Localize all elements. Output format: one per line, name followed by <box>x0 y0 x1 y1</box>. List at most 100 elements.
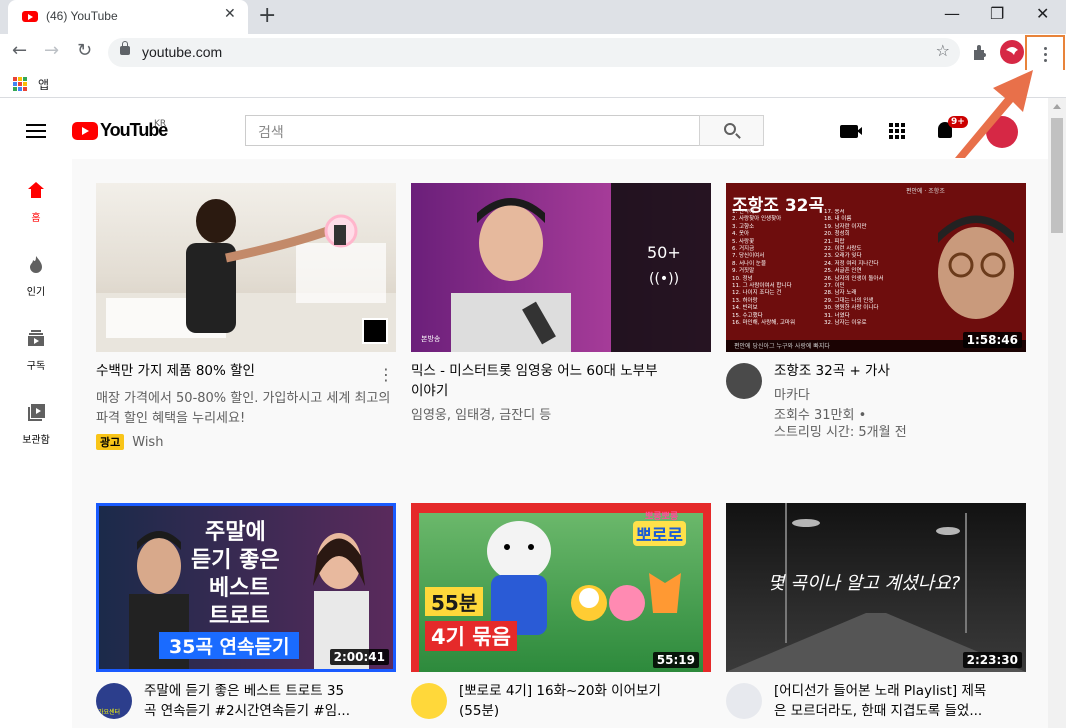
address-bar[interactable]: youtube.com ☆ <box>108 38 960 67</box>
video-card-johangjo[interactable]: 조항조 32곡 편안에 · 조항조 1. 안약에 2. 사랑찾아 인생찾아 3. 고… <box>726 183 1026 473</box>
youtube-favicon-icon <box>22 11 38 22</box>
video-title-line-1[interactable]: 주말에 듣기 좋은 베스트 트로트 35 <box>144 681 344 701</box>
thumb-tag: 본방송 <box>421 335 441 343</box>
playlist-overlay: 50+ ((•)) <box>611 183 711 352</box>
thumb-line-2: 4기 묶음 <box>425 621 517 651</box>
sidebar-item-home[interactable]: 홈 <box>0 181 72 251</box>
channel-avatar[interactable]: 가요센터 <box>96 683 132 719</box>
thumb-line-1: 55분 <box>425 587 484 616</box>
window-close-button[interactable]: ✕ <box>1036 4 1049 23</box>
sidebar-label-library: 보관함 <box>22 435 50 446</box>
browser-tab[interactable]: (46) YouTube ✕ <box>8 0 248 34</box>
video-title-line-2[interactable]: 이야기 <box>411 381 701 401</box>
video-card-ad[interactable]: 수백만 가지 제품 80% 할인 ⋮ 매장 가격에서 50-80% 할인. 가입… <box>96 183 396 473</box>
trending-icon <box>30 256 42 273</box>
channel-avatar[interactable] <box>726 363 762 399</box>
channel-name[interactable]: 마카다 <box>774 386 810 406</box>
thumb-caption: 편안에 당신아그 누구와 사랑에 빠지다 <box>734 343 830 350</box>
apps-grid-icon[interactable] <box>13 77 27 91</box>
video-title[interactable]: 조항조 32곡 + 가사 <box>774 361 890 381</box>
more-options-icon[interactable]: ⋮ <box>378 365 394 384</box>
ad-woman-image <box>96 199 396 352</box>
channel-avatar[interactable] <box>726 683 762 719</box>
video-title-line-2[interactable]: 은 모르더라도, 한때 지겹도록 들었... <box>774 701 982 721</box>
sidebar-item-trending[interactable]: 인기 <box>0 255 72 325</box>
kebab-dot <box>1044 59 1047 62</box>
video-thumbnail[interactable]: 뽀롱뽀롱 뽀로로 55분 4기 묶음 55:19 <box>411 503 711 672</box>
playlist-count: 50+ <box>647 243 681 262</box>
create-video-icon[interactable] <box>840 125 862 138</box>
maximize-button[interactable]: ❐ <box>990 4 1004 23</box>
bookmarks-bar: 앱 <box>0 70 1066 98</box>
sidebar-label-subscriptions: 구독 <box>26 361 46 372</box>
subscriptions-icon <box>28 330 44 346</box>
singer-image <box>451 198 571 352</box>
sidebar-item-subscriptions[interactable]: 구독 <box>0 329 72 399</box>
annotation-arrow-icon <box>955 70 1033 158</box>
forward-icon[interactable]: → <box>44 40 59 61</box>
thumb-tag: 편안에 · 조항조 <box>906 188 945 195</box>
library-icon <box>28 404 45 421</box>
video-title-line-2[interactable]: 곡 연속듣기 #2시간연속듣기 #임... <box>144 701 350 721</box>
video-thumbnail[interactable]: 몇 곡이나 알고 계셨나요? 2:23:30 <box>726 503 1026 672</box>
video-thumbnail[interactable]: 조항조 32곡 편안에 · 조항조 1. 안약에 2. 사랑찾아 인생찾아 3. 고… <box>726 183 1026 352</box>
pororo-logo: 뽀로로 <box>633 521 686 546</box>
track-list-left: 1. 안약에 2. 사랑찾아 인생찾아 3. 고향소 4. 옷아 5. 사랑꽃 6. 거지… <box>732 209 796 327</box>
back-icon[interactable]: ← <box>12 40 27 61</box>
channel-avatar[interactable] <box>411 683 447 719</box>
menu-hamburger-icon[interactable] <box>26 124 46 138</box>
stream-time: 스트리밍 시간: 5개월 전 <box>774 425 907 440</box>
video-thumbnail[interactable]: 주말에 듣기 좋은 베스트 트로트 35곡 연속듣기 2:00:41 <box>96 503 396 672</box>
apps-icon[interactable] <box>889 123 905 139</box>
video-card-mix[interactable]: 50+ ((•)) 본방송 믹스 - 미스터트롯 임영웅 어느 60대 노부부 … <box>411 183 711 473</box>
video-title-line-1[interactable]: [뽀로로 4기] 16화~20화 이어보기 <box>459 681 661 701</box>
thumb-text: 몇 곡이나 알고 계셨나요? <box>768 573 961 594</box>
video-title-line-2[interactable]: (55분) <box>459 701 499 721</box>
video-thumbnail[interactable]: 50+ ((•)) 본방송 <box>411 183 711 352</box>
thumb-banner: 35곡 연속듣기 <box>159 632 300 659</box>
thumb-line-5: 35곡 연속듣기 <box>169 636 290 658</box>
search-icon <box>724 123 736 135</box>
search-placeholder: 검색 <box>258 125 284 141</box>
video-title-line-1[interactable]: 믹스 - 미스터트롯 임영웅 어느 60대 노부부 <box>411 361 701 381</box>
video-thumbnail[interactable] <box>96 183 396 352</box>
live-radio-icon: ((•)) <box>649 271 680 287</box>
channel-name[interactable]: 임영웅, 임태경, 금잔디 등 <box>411 406 551 426</box>
lock-icon[interactable] <box>120 41 130 55</box>
track-list-right: 17. 용서 18. 내 이름 19. 남자란 이지만 20. 청성희 21. 피랍 22… <box>824 209 884 327</box>
new-tab-button[interactable]: + <box>258 3 276 28</box>
ad-description: 매장 가격에서 50-80% 할인. 가입하시고 세계 최고의 파격 할인 혜택… <box>96 391 391 426</box>
thumb-line-4: 트로트 <box>209 604 270 629</box>
apps-label[interactable]: 앱 <box>38 76 49 93</box>
scroll-up-arrow-icon[interactable] <box>1053 104 1061 109</box>
video-duration: 1:58:46 <box>962 332 1022 348</box>
tab-close-icon[interactable]: ✕ <box>224 6 236 22</box>
url-text[interactable]: youtube.com <box>142 44 222 60</box>
youtube-logo-icon[interactable] <box>72 122 98 140</box>
tab-strip: (46) YouTube ✕ + — ❐ ✕ <box>0 0 1066 34</box>
kebab-dot <box>1044 53 1047 56</box>
channel-avatar-text: 가요센터 <box>98 709 121 716</box>
video-duration: 2:23:30 <box>962 652 1022 668</box>
search-input[interactable]: 검색 <box>245 115 700 146</box>
video-card-playlist[interactable]: 몇 곡이나 알고 계셨나요? 2:23:30 [어디선가 들어본 노래 Play… <box>726 503 1026 728</box>
sidebar-label-home: 홈 <box>31 213 41 224</box>
video-duration: 2:00:41 <box>329 649 389 665</box>
sidebar-item-library[interactable]: 보관함 <box>0 403 72 473</box>
scrollbar[interactable] <box>1048 98 1066 728</box>
external-link-icon[interactable] <box>362 318 388 344</box>
video-card-pororo[interactable]: 뽀롱뽀롱 뽀로로 55분 4기 묶음 55:19 [뽀로로 4기] 16화~20… <box>411 503 711 728</box>
ad-badge: 광고 <box>96 434 125 450</box>
reload-icon[interactable]: ↻ <box>77 40 92 61</box>
video-title[interactable]: 수백만 가지 제품 80% 할인 <box>96 361 366 381</box>
scrollbar-thumb[interactable] <box>1051 118 1063 233</box>
home-icon <box>28 182 44 198</box>
video-duration: 55:19 <box>652 652 699 668</box>
tab-title: (46) YouTube <box>46 9 118 23</box>
video-card-trot[interactable]: 주말에 듣기 좋은 베스트 트로트 35곡 연속듣기 2:00:41 가요센터 … <box>96 503 396 728</box>
minimize-button[interactable]: — <box>944 4 960 23</box>
search-button[interactable] <box>699 115 764 146</box>
advertiser-name[interactable]: Wish <box>132 435 163 450</box>
kebab-dot <box>1044 47 1047 50</box>
video-title-line-1[interactable]: [어디선가 들어본 노래 Playlist] 제목 <box>774 681 986 701</box>
